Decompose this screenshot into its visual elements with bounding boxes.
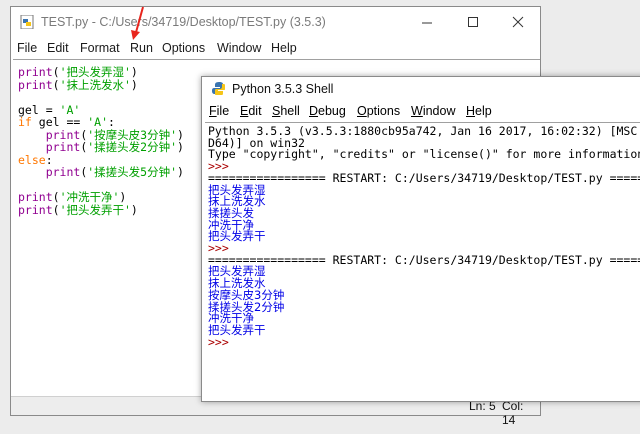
code-line: print('抹上洗发水'): [18, 77, 138, 92]
code-line: print('揉搓头发5分钟'): [18, 166, 184, 179]
code-token: (: [52, 202, 60, 217]
menu-format[interactable]: Format: [80, 41, 120, 55]
shell-menu-shell[interactable]: Shell: [272, 104, 300, 118]
code-token: '抹上洗发水': [59, 77, 131, 92]
menu-file[interactable]: File: [17, 41, 37, 55]
python-file-icon: [20, 15, 34, 29]
python-logo-icon: [212, 82, 225, 95]
shell-menu-edit[interactable]: Edit: [240, 104, 262, 118]
code-token: print: [18, 202, 53, 217]
editor-title: TEST.py - C:/Users/34719/Desktop/TEST.py…: [41, 15, 326, 29]
maximize-icon: [468, 17, 478, 27]
restart-separator: ================= RESTART: C:/Users/3471…: [208, 252, 640, 267]
code-line: print('把头发弄干'): [18, 202, 138, 217]
code-token: '把头发弄干': [59, 202, 131, 217]
menu-help[interactable]: Help: [271, 41, 297, 55]
shell-menubar: File Edit Shell Debug Options Window Hel…: [202, 102, 640, 122]
code-token: ): [177, 140, 184, 154]
close-button[interactable]: [495, 7, 541, 37]
menu-window[interactable]: Window: [217, 41, 261, 55]
shell-menu-debug[interactable]: Debug: [309, 104, 346, 118]
menu-options[interactable]: Options: [162, 41, 205, 55]
editor-menubar: File Edit Format Run Options Window Help: [11, 39, 540, 59]
code-token: ): [130, 202, 138, 217]
code-token: '揉搓头发5分钟': [87, 165, 178, 179]
code-token: (: [52, 77, 60, 92]
code-token: print: [18, 77, 53, 92]
editor-titlebar[interactable]: TEST.py - C:/Users/34719/Desktop/TEST.py…: [11, 7, 540, 37]
shell-menu-file[interactable]: File: [209, 104, 229, 118]
shell-menu-help[interactable]: Help: [466, 104, 492, 118]
code-token: print: [18, 165, 81, 179]
shell-banner-line: Type "copyright", "credits" or "license(…: [208, 147, 640, 162]
maximize-button[interactable]: [450, 7, 496, 37]
shell-output[interactable]: Python 3.5.3 (v3.5.3:1880cb95a742, Jan 1…: [205, 122, 640, 401]
shell-menu-options[interactable]: Options: [357, 104, 400, 118]
menu-run[interactable]: Run: [130, 41, 153, 55]
menu-edit[interactable]: Edit: [47, 41, 69, 55]
minimize-button[interactable]: [404, 7, 450, 37]
shell-prompt: >>>: [208, 334, 236, 349]
shell-menu-window[interactable]: Window: [411, 104, 455, 118]
close-icon: [512, 16, 524, 28]
code-token: ): [177, 165, 184, 179]
minimize-icon: [422, 22, 432, 24]
code-token: '揉搓头发2分钟': [87, 140, 178, 154]
shell-title: Python 3.5.3 Shell: [232, 82, 334, 96]
shell-window[interactable]: Python 3.5.3 Shell File Edit Shell Debug…: [201, 76, 640, 402]
status-column: Col: 14: [502, 399, 524, 427]
code-token: ): [130, 77, 138, 92]
red-arrow-annotation: [131, 6, 144, 40]
restart-separator: ================= RESTART: C:/Users/3471…: [208, 170, 640, 185]
shell-titlebar[interactable]: Python 3.5.3 Shell: [202, 77, 640, 100]
program-output-line: 按摩头皮3分钟: [208, 287, 285, 302]
